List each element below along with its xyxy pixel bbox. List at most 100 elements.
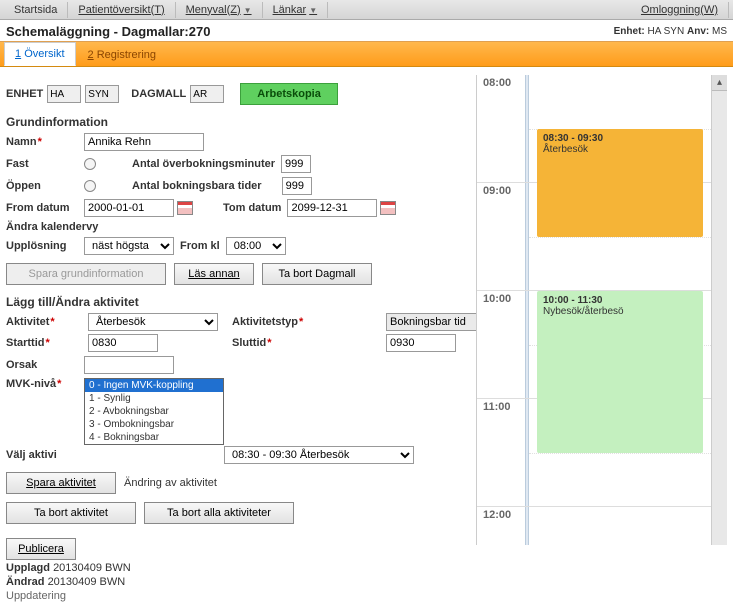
menu-lankar[interactable]: Länkar▼ [263, 2, 329, 18]
header-anv-label: Anv: [687, 26, 709, 37]
upplosning-label: Upplösning [6, 240, 84, 252]
overbook-input[interactable] [281, 155, 311, 173]
mvk-option-2[interactable]: 2 - Avbokningsbar [85, 405, 223, 418]
valj-aktivitet-label: Välj aktivi [6, 449, 84, 461]
section-grundinformation: Grundinformation [6, 115, 466, 129]
tab-bar: 1 Översikt 2 Registrering [0, 41, 733, 67]
page-title: Schemaläggning - Dagmallar:270 [6, 24, 210, 39]
calendar-body: 08:00 09:00 10:00 11:00 12:00 [477, 75, 711, 545]
event-time: 10:00 - 11:30 [543, 295, 697, 306]
header-anv-value: MS [712, 26, 727, 37]
calendar-icon[interactable] [177, 201, 193, 215]
andring-av-aktivitet-label: Ändring av aktivitet [124, 477, 217, 489]
hour-label: 09:00 [483, 185, 511, 197]
hour-gutter [525, 291, 529, 398]
hour-gutter [525, 75, 529, 182]
fromkl-label: From kl [180, 240, 220, 252]
fromdatum-label: From datum [6, 202, 84, 214]
spara-grundinformation-button[interactable]: Spara grundinformation [6, 263, 166, 285]
oppen-radio[interactable] [84, 180, 96, 192]
sluttid-input[interactable] [386, 334, 456, 352]
menu-omloggning[interactable]: Omloggning(W) [631, 2, 729, 18]
mvk-option-4[interactable]: 4 - Bokningsbar [85, 431, 223, 444]
dagmall-field[interactable] [190, 85, 224, 103]
tab-num: 1 [15, 48, 21, 60]
uppdatering-label: Uppdatering [6, 590, 466, 602]
publicera-button[interactable]: Publicera [6, 538, 76, 560]
overbook-label: Antal överbokningsminuter [132, 158, 275, 170]
hour-label: 08:00 [483, 77, 511, 89]
calendar-scrollbar[interactable]: ▴ [711, 75, 727, 545]
mvk-option-1[interactable]: 1 - Synlig [85, 392, 223, 405]
tab-label: Registrering [97, 49, 156, 61]
hour-gutter [525, 399, 529, 506]
hour-label: 12:00 [483, 509, 511, 521]
hour-gutter [525, 507, 529, 545]
tomdatum-label: Tom datum [223, 202, 281, 214]
mvk-label: MVK-nivå [6, 378, 84, 390]
calendar-event-aterbesok[interactable]: 08:30 - 09:30 Återbesök [537, 129, 703, 237]
hour-gutter [525, 183, 529, 290]
upplagd-value: 20130409 BWN [53, 562, 131, 574]
enhet-field-1[interactable] [47, 85, 81, 103]
bookable-input[interactable] [282, 177, 312, 195]
header-enhet-value: HA SYN [648, 26, 685, 37]
menu-menyval[interactable]: Menyval(Z)▼ [176, 2, 263, 18]
calendar-panel: 08:00 09:00 10:00 11:00 12:00 [476, 75, 727, 604]
unit-row: ENHET DAGMALL Arbetskopia [6, 83, 466, 105]
orsak-label: Orsak [6, 359, 84, 371]
event-title: Återbesök [543, 144, 588, 155]
mvk-option-0[interactable]: 0 - Ingen MVK-koppling [85, 379, 223, 392]
sluttid-label: Sluttid [232, 337, 382, 349]
menu-patientoversikt[interactable]: Patientöversikt(T) [68, 2, 175, 18]
namn-label: Namn [6, 136, 84, 148]
ta-bort-aktivitet-button[interactable]: Ta bort aktivitet [6, 502, 136, 524]
event-time: 08:30 - 09:30 [543, 133, 697, 144]
orsak-input[interactable] [84, 356, 174, 374]
hour-label: 10:00 [483, 293, 511, 305]
bookable-label: Antal bokningsbara tider [132, 180, 262, 192]
aktivitet-label: Aktivitet [6, 316, 84, 328]
scroll-up-icon[interactable]: ▴ [712, 75, 727, 91]
calendar-icon[interactable] [380, 201, 396, 215]
header-context: Enhet: HA SYN Anv: MS [614, 26, 727, 37]
starttid-label: Starttid [6, 337, 84, 349]
section-activity: Lägg till/Ändra aktivitet [6, 295, 466, 309]
aktivitetstyp-label: Aktivitetstyp [232, 316, 382, 328]
tab-label: Översikt [24, 48, 64, 60]
fast-radio[interactable] [84, 158, 96, 170]
hour-row-1200: 12:00 [477, 507, 711, 545]
tab-registrering[interactable]: 2 Registrering [78, 44, 167, 66]
starttid-input[interactable] [88, 334, 158, 352]
upplagd-label: Upplagd [6, 562, 50, 574]
mvk-dropdown-list: 0 - Ingen MVK-koppling 1 - Synlig 2 - Av… [84, 378, 224, 445]
fast-label: Fast [6, 158, 84, 170]
aktivitet-select[interactable]: Återbesök [88, 313, 218, 331]
enhet-label: ENHET [6, 88, 43, 100]
chevron-down-icon: ▼ [309, 6, 317, 15]
valj-aktivitet-select[interactable]: 08:30 - 09:30 Återbesök [224, 446, 414, 464]
tab-oversikt[interactable]: 1 Översikt [4, 42, 76, 66]
content: ENHET DAGMALL Arbetskopia Grundinformati… [0, 67, 733, 604]
mvk-option-3[interactable]: 3 - Ombokningsbar [85, 418, 223, 431]
tomdatum-input[interactable] [287, 199, 377, 217]
ta-bort-alla-aktiviteter-button[interactable]: Ta bort alla aktiviteter [144, 502, 294, 524]
las-annan-button[interactable]: Läs annan [174, 263, 254, 285]
hour-label: 11:00 [483, 401, 511, 413]
menu-startsida[interactable]: Startsida [4, 2, 68, 18]
page-header: Schemaläggning - Dagmallar:270 Enhet: HA… [0, 20, 733, 41]
calendar-event-nybesok[interactable]: 10:00 - 11:30 Nybesök/återbesö [537, 291, 703, 453]
oppen-label: Öppen [6, 180, 84, 192]
enhet-field-2[interactable] [85, 85, 119, 103]
menubar: Startsida Patientöversikt(T) Menyval(Z)▼… [0, 0, 733, 20]
header-enhet-label: Enhet: [614, 26, 645, 37]
chevron-down-icon: ▼ [244, 6, 252, 15]
fromdatum-input[interactable] [84, 199, 174, 217]
namn-input[interactable] [84, 133, 204, 151]
fromkl-select[interactable]: 08:00 [226, 237, 286, 255]
spara-aktivitet-button[interactable]: Spara aktivitet [6, 472, 116, 494]
upplosning-select[interactable]: näst högsta [84, 237, 174, 255]
left-column: ENHET DAGMALL Arbetskopia Grundinformati… [6, 75, 466, 604]
calendar: 08:00 09:00 10:00 11:00 12:00 [476, 75, 727, 545]
ta-bort-dagmall-button[interactable]: Ta bort Dagmall [262, 263, 372, 285]
